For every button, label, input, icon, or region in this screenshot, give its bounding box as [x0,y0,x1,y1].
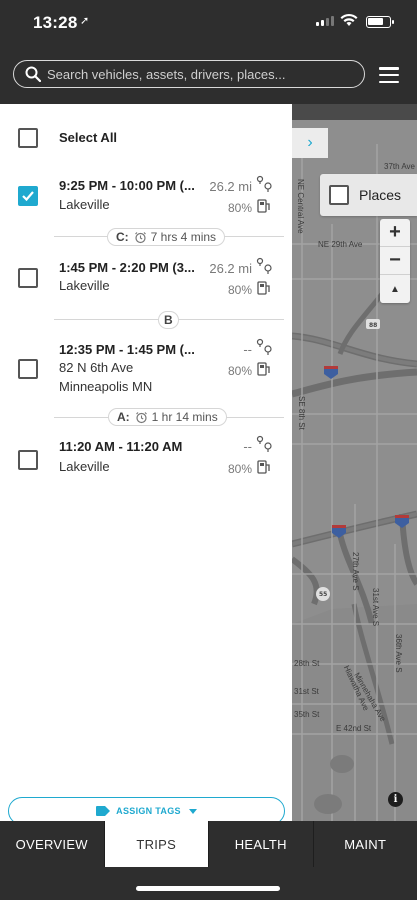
fuel-pump-icon [257,460,270,474]
checkmark-icon [22,191,34,202]
map-street-label: 27th Ave S [351,552,360,591]
trip-time-range[interactable]: 11:20 AM - 11:20 AM [59,439,182,454]
status-time: 13:28 [33,13,78,32]
map-street-label: NE Central Ave [296,179,305,234]
map-top-bar [292,104,417,120]
route-pins-icon [256,435,272,452]
fuel-pump-icon [257,362,270,376]
stop-badge: C: 7 hrs 4 mins [107,228,226,246]
stop-letter: A: [117,410,130,424]
trip-location: Lakeville [59,278,110,293]
trip-distance: -- [243,342,252,357]
select-all-label: Select All [59,130,118,145]
stop-duration: 7 hrs 4 mins [150,230,217,244]
trip-fuel: 80% [227,201,252,215]
zoom-in-button[interactable]: + [380,219,410,247]
trip-location: Lakeville [59,459,110,474]
cellular-signal-icon [316,16,334,26]
stop-duration: 1 hr 14 mins [151,410,218,424]
search-bar[interactable] [13,60,365,88]
map-zoom-controls: + − ▲ [380,219,410,303]
location-arrow-icon: ➚ [80,15,90,27]
places-toggle[interactable]: Places [320,174,417,216]
route-pins-icon [256,338,272,355]
app-header [0,48,417,104]
hamburger-menu-icon[interactable] [379,67,399,83]
trip-checkbox[interactable] [18,186,38,206]
map-view[interactable]: 88 55 › 37th Ave NE Central Ave NE 29th … [292,104,417,821]
trips-panel: Select All 9:25 PM - 10:00 PM (... Lakev… [0,104,292,825]
stop-badge: B [158,311,179,329]
tab-maint[interactable]: MAINT [314,821,417,867]
battery-icon [366,16,394,28]
fuel-pump-icon [257,281,270,295]
wifi-icon [340,13,358,26]
trip-checkbox[interactable] [18,359,38,379]
home-indicator-area [0,867,417,900]
trip-checkbox[interactable] [18,268,38,288]
chevron-down-icon [188,808,197,814]
alarm-clock-icon [135,411,147,423]
tab-health[interactable]: HEALTH [209,821,314,867]
assign-tags-label: ASSIGN TAGS [116,806,181,816]
search-icon [25,66,41,82]
stop-letter: C: [116,230,129,244]
trip-distance: 26.2 mi [209,179,252,194]
stop-badge: A: 1 hr 14 mins [108,408,227,426]
map-street-label: E 42nd St [336,724,372,733]
trip-distance: -- [243,439,252,454]
select-all-checkbox[interactable] [18,128,38,148]
places-checkbox[interactable] [329,185,349,205]
alarm-clock-icon [134,231,146,243]
trip-time-range[interactable]: 1:45 PM - 2:20 PM (3... [59,260,195,275]
trip-fuel: 80% [227,364,252,378]
trip-distance: 26.2 mi [209,261,252,276]
map-street-label: 35th St [294,710,320,719]
map-street-label: NE 29th Ave [318,240,363,249]
stop-letter: B [164,313,173,327]
trip-time-range[interactable]: 12:35 PM - 1:45 PM (... [59,342,195,357]
svg-text:55: 55 [319,591,327,598]
collapse-panel-button[interactable]: › [292,128,328,158]
tab-trips[interactable]: TRIPS [104,821,209,867]
trip-fuel: 80% [227,462,252,476]
map-info-icon[interactable]: i [388,792,403,807]
trip-time-range[interactable]: 9:25 PM - 10:00 PM (... [59,178,195,193]
route-pins-icon [256,257,272,274]
chevron-right-icon: › [307,134,313,151]
search-input[interactable] [47,66,357,82]
fuel-pump-icon [257,199,270,213]
compass-button[interactable]: ▲ [380,275,410,303]
map-street-label: 36th Ave S [394,634,403,673]
trip-location-city: Minneapolis MN [59,379,153,394]
map-street-label: 37th Ave [384,162,415,171]
status-bar: 13:28 ➚ [0,0,417,48]
trip-location: Lakeville [59,197,110,212]
home-indicator[interactable] [136,886,280,891]
zoom-out-button[interactable]: − [380,247,410,275]
map-street-label: 31st Ave S [371,588,380,627]
trip-fuel: 80% [227,283,252,297]
tab-overview[interactable]: OVERVIEW [0,821,105,867]
compass-icon: ▲ [390,283,400,295]
svg-text:88: 88 [369,322,377,329]
trip-checkbox[interactable] [18,450,38,470]
bottom-tab-bar: OVERVIEW TRIPS HEALTH MAINT [0,821,417,867]
trip-location: 82 N 6th Ave [59,360,134,375]
map-street-label: 28th St [294,659,320,668]
route-pins-icon [256,175,272,192]
tag-icon [96,806,111,816]
map-street-label: 31st St [294,687,319,696]
places-label: Places [359,187,402,203]
map-street-label: SE 8th St [297,396,306,430]
